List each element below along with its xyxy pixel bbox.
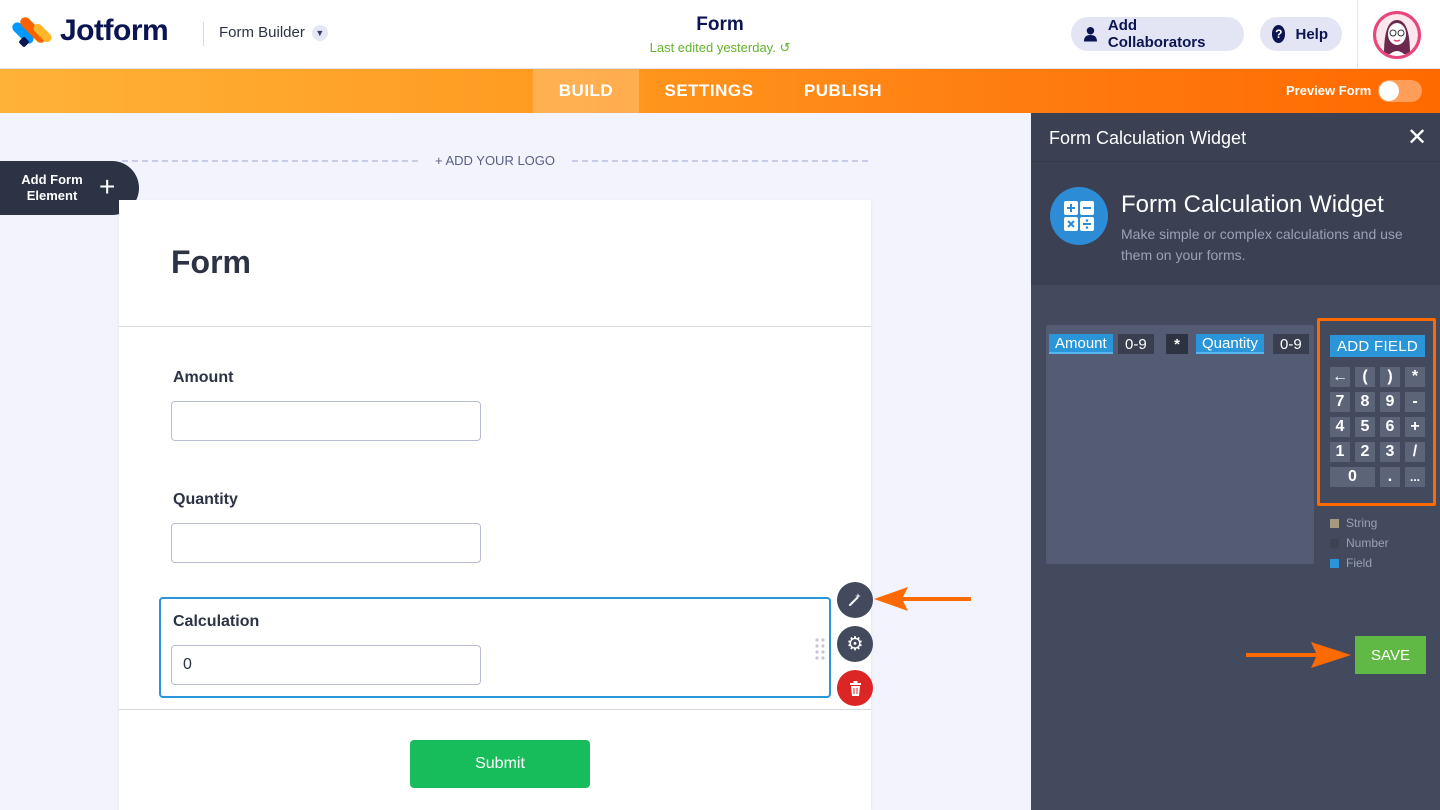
trash-icon [849, 680, 861, 696]
form-builder-label: Form Builder [219, 24, 305, 41]
formula-editor[interactable]: Amount 0-9 * Quantity 0-9 [1046, 325, 1314, 564]
preview-form-label: Preview Form [1286, 83, 1372, 98]
legend-string: String [1330, 516, 1377, 530]
key-close-paren[interactable]: ) [1380, 367, 1400, 387]
widget-panel: Form Calculation Widget ✕ Form Calculati… [1031, 113, 1440, 810]
widget-info: Form Calculation Widget Make simple or c… [1031, 162, 1440, 285]
legend-label: String [1346, 516, 1378, 530]
last-edited-status[interactable]: Last edited yesterday. ↺ [570, 40, 870, 56]
chevron-down-icon: ▼ [311, 24, 328, 41]
save-button[interactable]: SAVE [1355, 636, 1426, 674]
calculator-icon [1050, 187, 1108, 245]
add-field-button[interactable]: ADD FIELD [1330, 335, 1425, 357]
field-properties-button[interactable]: ⚙ [837, 626, 873, 662]
magic-wand-icon [849, 593, 861, 606]
add-collaborators-label: Add Collaborators [1107, 17, 1206, 51]
calculation-label: Calculation [173, 613, 260, 630]
avatar-divider [1357, 0, 1358, 69]
add-logo-link[interactable]: + ADD YOUR LOGO [420, 153, 570, 168]
annotation-arrow-save [1246, 642, 1351, 668]
tab-settings[interactable]: SETTINGS [651, 69, 767, 113]
top-header: Jotform Form Builder ▼ Form Last edited … [0, 0, 1440, 69]
user-icon [1083, 26, 1097, 41]
key-5[interactable]: 5 [1355, 417, 1375, 437]
avatar-illustration [1384, 20, 1410, 56]
help-button[interactable]: ? Help [1260, 17, 1342, 51]
submit-button[interactable]: Submit [410, 740, 590, 788]
toggle-knob [1379, 81, 1399, 101]
annotation-arrow-wand [874, 587, 971, 611]
quantity-input[interactable] [171, 523, 481, 563]
gear-icon: ⚙ [846, 633, 864, 655]
key-2[interactable]: 2 [1355, 442, 1375, 462]
brand-name: Jotform [60, 14, 169, 47]
preview-form-toggle[interactable] [1378, 80, 1422, 102]
delete-field-button[interactable] [837, 670, 873, 706]
legend-label: Field [1346, 556, 1373, 570]
builder-tab-bar: BUILD SETTINGS PUBLISH Preview Form [0, 69, 1440, 113]
quantity-label: Quantity [173, 491, 238, 508]
jotform-logo-icon [10, 14, 54, 48]
add-collaborators-button[interactable]: Add Collaborators [1071, 17, 1244, 51]
amount-label: Amount [173, 369, 234, 386]
wizard-wand-button[interactable] [837, 582, 873, 618]
amount-input[interactable] [171, 401, 481, 441]
form-card: Form Amount Quantity Calculation 0 Submi… [119, 200, 871, 810]
key-multiply[interactable]: * [1405, 367, 1425, 387]
key-divide[interactable]: / [1405, 442, 1425, 462]
formula-token-operator[interactable]: * [1166, 334, 1188, 354]
plus-icon: + [99, 171, 116, 202]
widget-title: Form Calculation Widget [1121, 191, 1384, 218]
revision-history-icon: ↺ [779, 40, 791, 55]
help-label: Help [1295, 25, 1328, 43]
key-3[interactable]: 3 [1380, 442, 1400, 462]
calculation-input[interactable]: 0 [171, 645, 481, 685]
divider [119, 709, 871, 710]
key-9[interactable]: 9 [1380, 392, 1400, 412]
widget-description: Make simple or complex calculations and … [1121, 226, 1403, 263]
legend-number: Number [1330, 536, 1389, 550]
key-1[interactable]: 1 [1330, 442, 1350, 462]
tab-build[interactable]: BUILD [533, 69, 639, 113]
key-minus[interactable]: - [1405, 392, 1425, 412]
last-edited-text: Last edited yesterday. [649, 40, 776, 55]
panel-header-title: Form Calculation Widget [1049, 128, 1247, 148]
formula-token-number[interactable]: 0-9 [1118, 334, 1154, 354]
logo-dashed-line-left [122, 160, 418, 162]
close-icon[interactable]: ✕ [1407, 123, 1427, 152]
formula-token-field[interactable]: Quantity [1196, 334, 1264, 354]
key-7[interactable]: 7 [1330, 392, 1350, 412]
key-backspace[interactable]: ← [1330, 367, 1350, 387]
add-form-element-label: Add Form Element [21, 172, 83, 203]
user-avatar[interactable] [1373, 11, 1421, 59]
key-open-paren[interactable]: ( [1355, 367, 1375, 387]
key-more[interactable]: ... [1405, 467, 1425, 487]
form-heading[interactable]: Form [171, 244, 251, 281]
panel-header: Form Calculation Widget ✕ [1031, 113, 1440, 162]
tab-publish[interactable]: PUBLISH [792, 69, 894, 113]
key-8[interactable]: 8 [1355, 392, 1375, 412]
legend-swatch [1330, 538, 1339, 548]
logo-dashed-line-right [572, 160, 868, 162]
form-builder-dropdown[interactable]: Form Builder ▼ [219, 24, 328, 41]
key-6[interactable]: 6 [1380, 417, 1400, 437]
drag-handle-icon[interactable] [815, 638, 825, 660]
form-title[interactable]: Form [570, 14, 870, 36]
legend-swatch [1330, 558, 1339, 568]
form-title-block: Form Last edited yesterday. ↺ [570, 14, 870, 56]
legend-label: Number [1346, 536, 1389, 550]
key-plus[interactable]: + [1405, 417, 1425, 437]
jotform-logo[interactable]: Jotform [10, 14, 169, 48]
legend-field: Field [1330, 556, 1372, 570]
formula-token-number[interactable]: 0-9 [1273, 334, 1309, 354]
question-icon: ? [1272, 25, 1286, 43]
legend-swatch [1330, 518, 1339, 528]
key-0[interactable]: 0 [1330, 467, 1375, 487]
formula-token-field[interactable]: Amount [1049, 334, 1113, 354]
key-decimal[interactable]: . [1380, 467, 1400, 487]
divider [119, 326, 871, 327]
key-4[interactable]: 4 [1330, 417, 1350, 437]
header-divider [203, 22, 204, 46]
